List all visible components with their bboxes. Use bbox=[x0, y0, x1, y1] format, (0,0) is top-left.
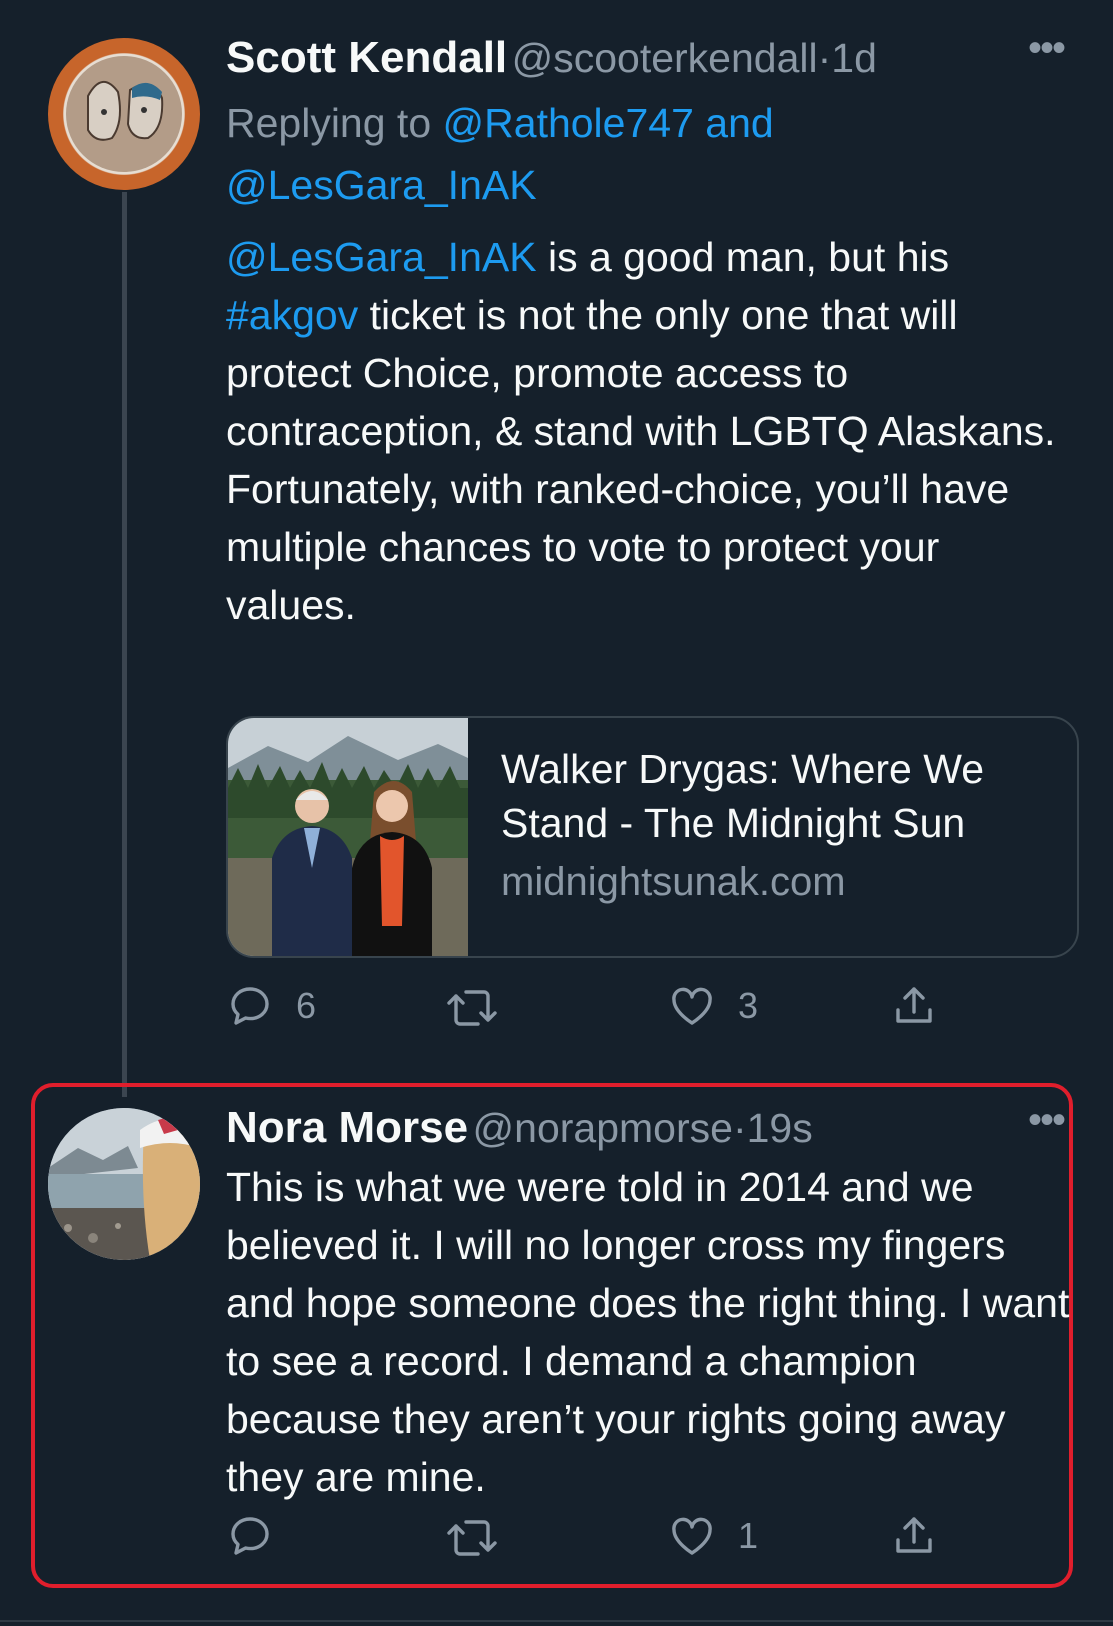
avatar[interactable] bbox=[48, 1108, 200, 1260]
tweet-text-part: is a good man, but his bbox=[536, 234, 950, 280]
author-name[interactable]: Nora Morse bbox=[226, 1103, 468, 1152]
retweet-icon bbox=[447, 990, 497, 1026]
reply-button[interactable] bbox=[226, 1512, 296, 1560]
tweet-header: Nora Morse @norapmorse·19s bbox=[226, 1100, 813, 1166]
tweet-text-part: Fortunately, with ranked-choice, you’ll … bbox=[226, 466, 1010, 628]
share-icon bbox=[896, 987, 932, 1023]
separator: · bbox=[732, 1105, 747, 1151]
share-button[interactable] bbox=[890, 982, 938, 1030]
replying-and[interactable]: and bbox=[705, 100, 773, 146]
tweet-text: @LesGara_InAK is a good man, but his #ak… bbox=[226, 228, 1056, 634]
like-icon bbox=[672, 1517, 712, 1555]
avatar[interactable] bbox=[48, 38, 200, 190]
more-icon[interactable]: ••• bbox=[1028, 1098, 1066, 1143]
thread-line bbox=[122, 192, 127, 1097]
link-card[interactable]: Walker Drygas: Where We Stand - The Midn… bbox=[226, 716, 1079, 958]
mention-link[interactable]: @LesGara_InAK bbox=[226, 234, 537, 280]
author-handle[interactable]: @norapmorse bbox=[473, 1105, 733, 1151]
reply-button[interactable]: 6 bbox=[226, 982, 316, 1030]
replying-prefix: Replying to bbox=[226, 100, 432, 146]
reply-icon bbox=[231, 987, 269, 1025]
card-domain[interactable]: midnightsunak.com bbox=[501, 860, 846, 905]
author-name[interactable]: Scott Kendall bbox=[226, 33, 507, 82]
like-button[interactable]: 1 bbox=[668, 1512, 758, 1560]
replying-user-link[interactable]: @Rathole747 bbox=[443, 100, 694, 146]
like-icon bbox=[672, 987, 712, 1025]
timestamp[interactable]: 19s bbox=[747, 1105, 813, 1151]
reply-count: 6 bbox=[296, 985, 317, 1026]
like-count: 3 bbox=[738, 985, 759, 1026]
retweet-icon bbox=[447, 1520, 497, 1556]
card-title[interactable]: Walker Drygas: Where We Stand - The Midn… bbox=[501, 742, 1061, 850]
tweet-text: This is what we were told in 2014 and we… bbox=[226, 1164, 1070, 1500]
timestamp[interactable]: 1d bbox=[831, 35, 877, 81]
replying-user-link[interactable]: @LesGara_InAK bbox=[226, 162, 537, 208]
like-button[interactable]: 3 bbox=[668, 982, 758, 1030]
share-button[interactable] bbox=[890, 1512, 938, 1560]
card-thumbnail bbox=[228, 718, 468, 956]
tweet-header: Scott Kendall @scooterkendall·1d bbox=[226, 30, 877, 96]
separator: · bbox=[817, 35, 832, 81]
divider bbox=[0, 1620, 1113, 1622]
like-count: 1 bbox=[738, 1515, 759, 1556]
more-icon[interactable]: ••• bbox=[1028, 26, 1066, 71]
share-icon bbox=[896, 1517, 932, 1553]
retweet-button[interactable] bbox=[444, 1512, 522, 1560]
author-handle[interactable]: @scooterkendall bbox=[512, 35, 818, 81]
hashtag-link[interactable]: #akgov bbox=[226, 292, 358, 338]
replying-to: Replying to @Rathole747 and @LesGara_InA… bbox=[226, 92, 1046, 216]
reply-icon bbox=[231, 1517, 269, 1555]
retweet-button[interactable] bbox=[444, 982, 522, 1030]
